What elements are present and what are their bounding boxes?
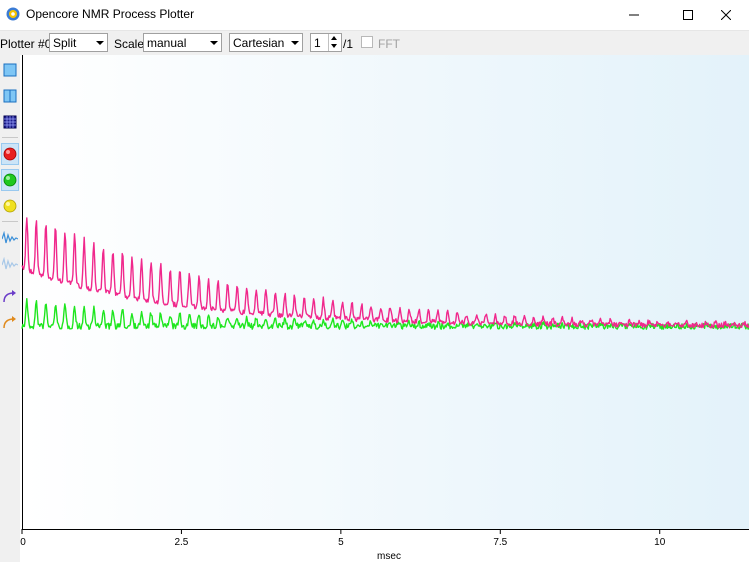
plot-area[interactable]: 0 2.5 5 7.5 10 msec [0, 0, 749, 562]
x-tick-label: 0 [20, 537, 26, 548]
x-tick-label: 10 [654, 537, 666, 548]
plot-background [22, 55, 749, 529]
x-ticks: 0 2.5 5 7.5 10 [20, 529, 666, 548]
x-tick-label: 5 [338, 537, 344, 548]
x-tick-label: 2.5 [174, 537, 188, 548]
x-tick-label: 7.5 [493, 537, 507, 548]
x-axis-label: msec [377, 551, 401, 562]
